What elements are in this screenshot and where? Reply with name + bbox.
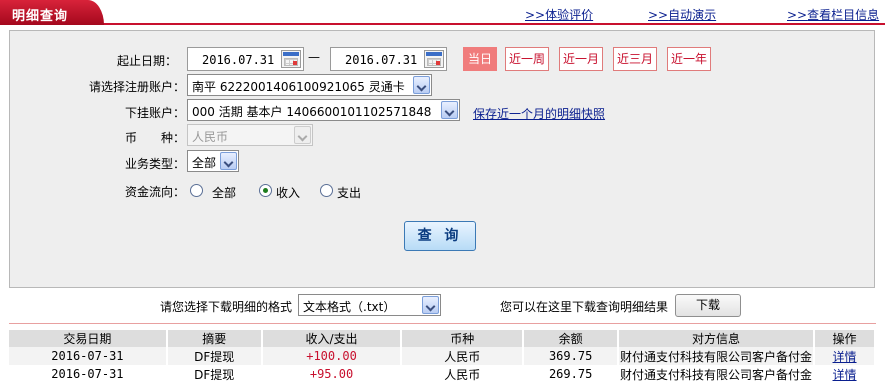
start-date-field[interactable]: 2016.07.31 <box>187 47 304 71</box>
calendar-icon[interactable] <box>424 50 444 68</box>
chevron-down-icon <box>413 76 430 94</box>
download-button[interactable]: 下载 <box>675 294 741 317</box>
flow-label: 资金流向： <box>125 185 186 199</box>
download-format-label: 请您选择下载明细的格式 <box>160 300 293 314</box>
table-row: 2016-07-31 DF提现 +100.00 人民币 369.75 财付通支付… <box>9 347 876 365</box>
date-separator: — <box>308 50 320 64</box>
row-date: 2016-07-31 <box>9 347 168 365</box>
col-action-header: 操作 <box>814 330 876 347</box>
row-amount: +95.00 <box>261 365 403 383</box>
chevron-down-icon <box>220 152 237 170</box>
snapshot-link[interactable]: 保存近一个月的明细快照 <box>473 105 605 122</box>
reg-account-label: 请选择注册账户： <box>89 80 186 94</box>
download-hint: 您可以在这里下载查询明细结果 <box>500 300 669 314</box>
page-title: 明细查询 <box>12 9 69 24</box>
chevron-down-icon <box>294 126 311 144</box>
end-date-field[interactable]: 2016.07.31 <box>330 47 447 71</box>
download-format-select[interactable]: 文本格式（.txt） <box>298 294 441 316</box>
col-currency-header: 币种 <box>401 330 525 347</box>
chevron-down-icon <box>441 101 458 119</box>
page-title-tab: 明细查询 <box>0 0 104 25</box>
row-summary: DF提现 <box>166 347 263 365</box>
row-amount: +100.00 <box>261 347 403 365</box>
row-counterparty: 财付通支付科技有限公司客户备付金 <box>618 365 816 383</box>
results-table: 交易日期 摘要 收入/支出 币种 余额 对方信息 操作 2016-07-31 D… <box>9 330 876 383</box>
col-date-header: 交易日期 <box>9 330 168 347</box>
sub-account-value: 000 活期 基本户 1406600101102571848 <box>192 105 432 119</box>
sub-account-select[interactable]: 000 活期 基本户 1406600101102571848 <box>187 99 460 121</box>
flow-income-radio[interactable] <box>259 184 272 197</box>
row-balance: 369.75 <box>523 347 620 365</box>
range-year-button[interactable]: 近一年 <box>667 47 711 71</box>
col-balance-header: 余额 <box>523 330 620 347</box>
column-info-link[interactable]: >>查看栏目信息 <box>787 6 879 23</box>
header-rule <box>0 23 885 25</box>
range-month-button[interactable]: 近一月 <box>559 47 603 71</box>
col-summary-header: 摘要 <box>166 330 263 347</box>
table-header-row: 交易日期 摘要 收入/支出 币种 余额 对方信息 操作 <box>9 330 876 347</box>
row-summary: DF提现 <box>166 365 263 383</box>
currency-value: 人民币 <box>192 130 229 144</box>
query-button[interactable]: 查 询 <box>404 221 476 251</box>
range-week-button[interactable]: 近一周 <box>505 47 549 71</box>
biz-type-label: 业务类型： <box>125 157 186 171</box>
date-label: 起止日期： <box>117 54 178 68</box>
table-row: 2016-07-31 DF提现 +95.00 人民币 269.75 财付通支付科… <box>9 365 876 383</box>
start-date-value: 2016.07.31 <box>202 53 275 67</box>
reg-account-select[interactable]: 南平 6222001406100921065 灵通卡 <box>187 74 432 96</box>
divider <box>9 323 876 324</box>
feedback-link[interactable]: >>体验评价 <box>525 6 593 23</box>
range-today-button[interactable]: 当日 <box>463 47 497 71</box>
flow-expense-label: 支出 <box>337 186 362 200</box>
reg-account-value: 南平 6222001406100921065 灵通卡 <box>192 80 405 94</box>
col-amount-header: 收入/支出 <box>261 330 403 347</box>
currency-label: 币 种： <box>125 131 186 145</box>
sub-account-label: 下挂账户： <box>125 106 186 120</box>
end-date-value: 2016.07.31 <box>345 53 418 67</box>
flow-all-radio[interactable] <box>190 184 203 197</box>
row-details-link[interactable]: 详情 <box>814 347 876 365</box>
flow-all-label: 全部 <box>212 186 237 200</box>
flow-expense-radio[interactable] <box>320 184 333 197</box>
range-3months-button[interactable]: 近三月 <box>613 47 657 71</box>
flow-income-label: 收入 <box>276 186 301 200</box>
auto-demo-link[interactable]: >>自动演示 <box>648 6 716 23</box>
currency-select: 人民币 <box>187 124 313 146</box>
row-details-link[interactable]: 详情 <box>814 365 876 383</box>
biz-type-select[interactable]: 全部 <box>187 150 239 172</box>
row-counterparty: 财付通支付科技有限公司客户备付金 <box>618 347 816 365</box>
download-format-value: 文本格式（.txt） <box>303 300 396 314</box>
row-currency: 人民币 <box>401 347 525 365</box>
col-counterparty-header: 对方信息 <box>618 330 816 347</box>
biz-type-value: 全部 <box>192 156 217 170</box>
chevron-down-icon <box>422 296 439 314</box>
calendar-icon[interactable] <box>281 50 301 68</box>
row-date: 2016-07-31 <box>9 365 168 383</box>
row-balance: 269.75 <box>523 365 620 383</box>
row-currency: 人民币 <box>401 365 525 383</box>
